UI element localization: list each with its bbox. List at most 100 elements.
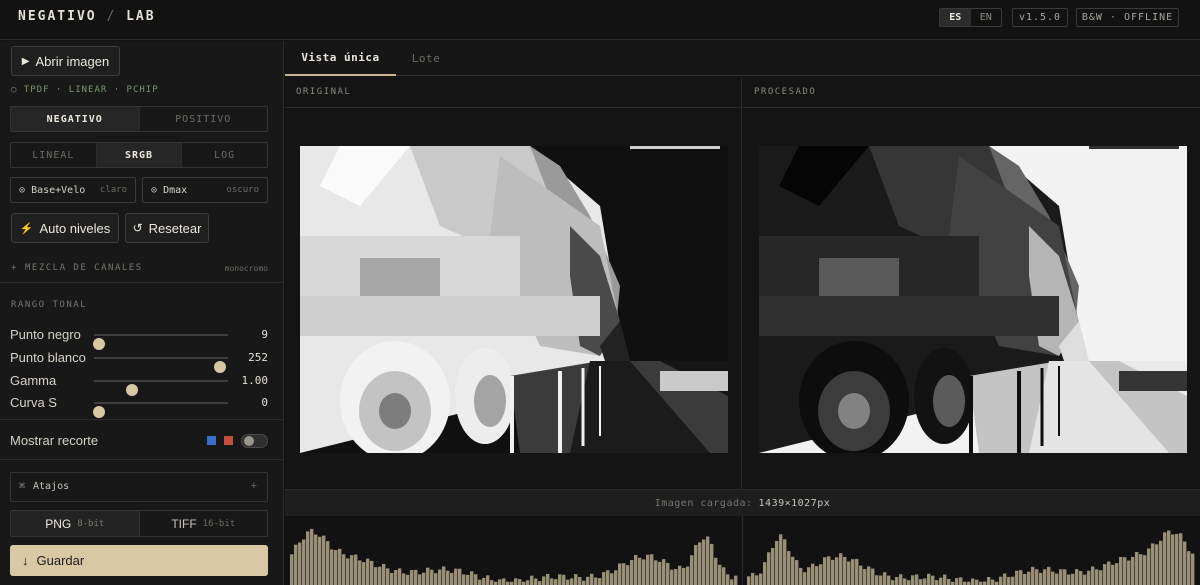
- auto-levels-label: Auto niveles: [39, 220, 111, 236]
- histogram-bar: [831, 559, 835, 585]
- slider-track[interactable]: [92, 334, 228, 350]
- histogram-bar: [1139, 554, 1143, 585]
- histogram-bar: [558, 574, 562, 585]
- base-velo-picker[interactable]: ⊙ Base+Velo claro: [10, 177, 136, 203]
- histogram-bar: [338, 548, 342, 585]
- histogram-bar: [1191, 553, 1195, 585]
- histogram-bar: [763, 562, 767, 585]
- lang-es-button[interactable]: ES: [940, 9, 971, 26]
- histogram-bar: [1187, 551, 1191, 585]
- circle-icon: ○: [11, 85, 18, 95]
- s-curve-slider[interactable]: Curva S 0: [10, 393, 268, 418]
- histogram-bar: [458, 568, 462, 585]
- gamma-slider[interactable]: Gamma 1.00: [10, 371, 268, 396]
- histogram-bar: [1035, 569, 1039, 585]
- curve-space-lineal[interactable]: LINEAL: [11, 143, 97, 167]
- curve-space-srgb[interactable]: SRGB: [96, 143, 183, 167]
- histogram-bar: [1091, 566, 1095, 585]
- white-point-label: Punto blanco: [10, 350, 86, 365]
- slider-track[interactable]: [93, 402, 228, 418]
- histogram-bar: [923, 578, 927, 585]
- save-button[interactable]: ↓ Guardar: [10, 545, 268, 576]
- histogram-bar: [578, 577, 582, 585]
- histogram-bar: [1143, 555, 1147, 585]
- histogram-bar: [682, 567, 686, 585]
- histogram-bar: [935, 580, 939, 585]
- histogram-bar: [987, 577, 991, 585]
- histogram-bar: [1167, 530, 1171, 585]
- show-clip-toggle[interactable]: [241, 434, 268, 448]
- histogram-bar: [454, 568, 458, 585]
- histogram-bar: [614, 570, 618, 585]
- original-pane: ORIGINAL: [285, 78, 742, 489]
- lang-en-button[interactable]: EN: [971, 9, 1002, 26]
- histogram-bar: [426, 567, 430, 585]
- histogram-bar: [1011, 576, 1015, 585]
- histogram-bar: [450, 572, 454, 585]
- dmax-picker[interactable]: ⊙ Dmax oscuro: [142, 177, 268, 203]
- histogram-bar: [1087, 570, 1091, 585]
- histogram-bar: [1063, 569, 1067, 585]
- tab-batch[interactable]: Lote: [396, 41, 456, 76]
- histogram-bar: [787, 551, 791, 585]
- open-image-button[interactable]: ▶ Abrir imagen: [11, 46, 120, 76]
- reset-icon: ↺: [132, 221, 143, 235]
- histogram-bar: [698, 542, 702, 585]
- slider-track[interactable]: [94, 380, 228, 396]
- histogram-bar: [606, 570, 610, 585]
- format-png[interactable]: PNG 8-bit: [11, 511, 140, 536]
- format-png-depth: 8-bit: [77, 518, 105, 529]
- histogram-bar: [823, 557, 827, 585]
- download-icon: ↓: [22, 553, 29, 568]
- format-tiff[interactable]: TIFF 16-bit: [140, 511, 268, 536]
- histogram-bar: [678, 565, 682, 585]
- film-type-negativo[interactable]: NEGATIVO: [11, 107, 140, 131]
- histogram-bar: [406, 574, 410, 585]
- histogram-bar: [718, 564, 722, 585]
- histogram-bar: [867, 566, 871, 585]
- target-icon: ⊙: [19, 184, 26, 196]
- histogram-bar: [554, 579, 558, 585]
- histogram-bar: [771, 547, 775, 585]
- histogram-bar: [602, 572, 606, 585]
- histogram-bar: [1067, 574, 1071, 585]
- black-point-value: 9: [261, 328, 268, 341]
- histogram-bar: [330, 549, 334, 585]
- histogram-bar: [686, 566, 690, 585]
- histogram-bar: [630, 559, 634, 585]
- histogram-bar: [767, 552, 771, 585]
- histogram-bar: [390, 572, 394, 585]
- histogram-bar: [414, 569, 418, 585]
- curve-space-log[interactable]: LOG: [182, 143, 267, 167]
- shortcuts-toggle[interactable]: ⌘ Atajos +: [10, 472, 268, 502]
- histogram-bar: [382, 563, 386, 585]
- histogram-bar: [971, 578, 975, 585]
- histogram-bar: [1027, 571, 1031, 585]
- histogram-bar: [582, 580, 586, 585]
- histogram-bar: [306, 531, 310, 585]
- format-tiff-depth: 16-bit: [202, 518, 236, 529]
- histogram-bar: [819, 564, 823, 585]
- histogram-bar: [730, 579, 734, 585]
- reset-button[interactable]: ↺ Resetear: [125, 213, 209, 243]
- auto-levels-button[interactable]: ⚡ Auto niveles: [11, 213, 119, 243]
- app-suffix: LAB: [126, 9, 156, 24]
- white-point-slider[interactable]: Punto blanco 252: [10, 348, 268, 373]
- histogram-bar: [755, 575, 759, 585]
- black-point-slider[interactable]: Punto negro 9: [10, 325, 268, 350]
- film-type-positivo[interactable]: POSITIVO: [140, 107, 268, 131]
- histogram-bar: [478, 579, 482, 585]
- histogram-bar: [815, 566, 819, 585]
- plus-icon: +: [11, 263, 18, 273]
- toggle-knob: [244, 436, 254, 446]
- histogram-bar: [1031, 566, 1035, 585]
- slider-thumb[interactable]: [93, 406, 106, 418]
- film-type-toggle: NEGATIVO POSITIVO: [10, 106, 268, 132]
- histogram-bar: [670, 569, 674, 585]
- open-image-label: Abrir imagen: [35, 53, 110, 69]
- tab-single-view[interactable]: Vista única: [285, 41, 396, 76]
- channel-mix-toggle[interactable]: + MEZCLA DE CANALES monocromo: [10, 262, 268, 276]
- gamma-label: Gamma: [10, 373, 57, 388]
- slider-track[interactable]: [94, 357, 228, 373]
- histogram-bar: [851, 559, 855, 585]
